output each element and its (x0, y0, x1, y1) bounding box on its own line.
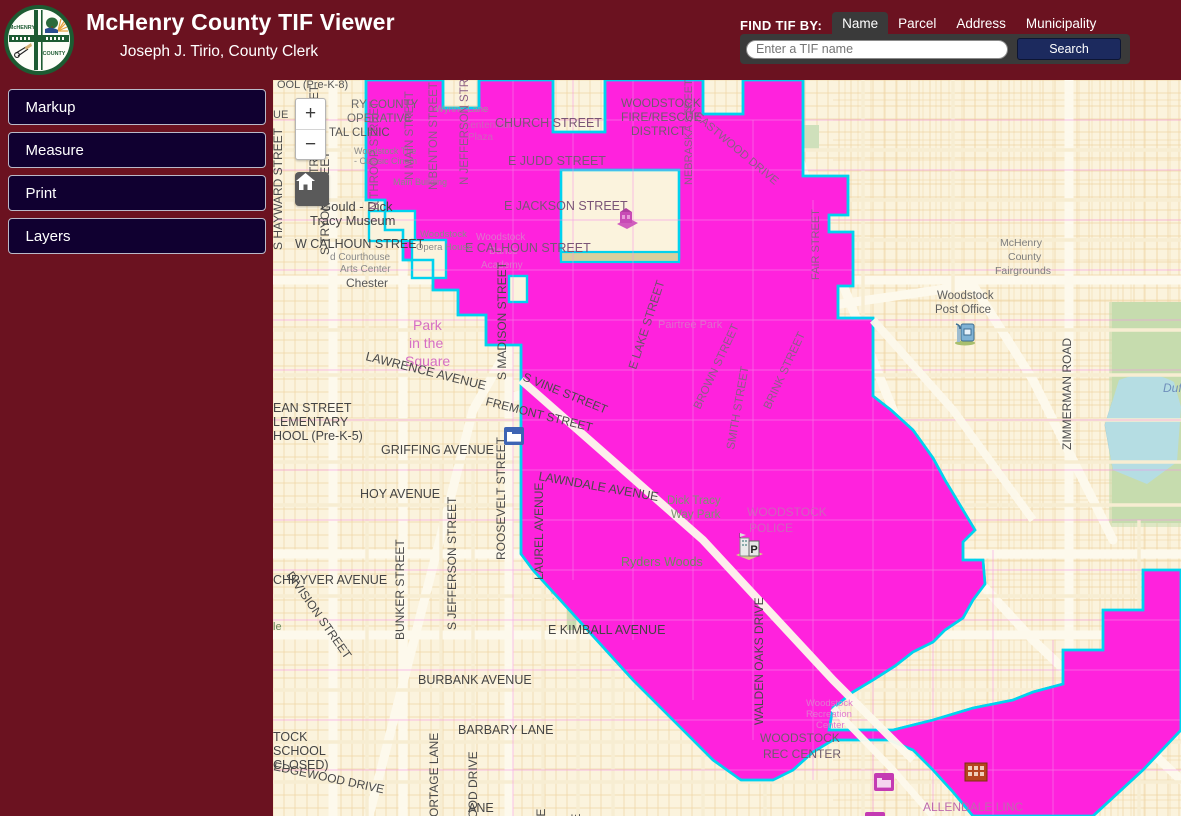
map-label: Chester (346, 276, 388, 290)
map-label: Pairtree Park (658, 319, 723, 331)
map-label: BARBARY LANE (458, 723, 553, 737)
map-label: Arts Center (340, 264, 391, 275)
map-label: Recreation (806, 709, 852, 720)
map-label: DISTRICT (631, 124, 687, 138)
sidebar-item-layers[interactable]: Layers (7, 218, 266, 254)
map-label: N BENTON STREET (428, 82, 440, 190)
map-label: Woodstock (937, 290, 994, 302)
tools-sidebar: Markup Measure Print Layers (0, 80, 273, 816)
map-label: N MAIN STREET (404, 91, 416, 180)
page-subtitle: Joseph J. Tirio, County Clerk (120, 43, 319, 60)
sidebar-item-print[interactable]: Print (7, 175, 266, 211)
sidebar-item-measure[interactable]: Measure (7, 132, 266, 168)
home-button[interactable] (295, 172, 329, 206)
map-label: LEMENTARY (273, 415, 349, 429)
map-graphics: OOL (Pre-K-8)UERY COUNTYOPERATIVETAL CLI… (273, 80, 1181, 816)
map-label: McHenry (1000, 237, 1043, 249)
map-label: E JUDD STREET (508, 154, 606, 168)
search-button[interactable]: Search (1017, 38, 1121, 60)
map-label: N THROOP STREET (369, 101, 381, 210)
map-label: REC CENTER (763, 747, 841, 761)
map-label: in the (409, 335, 443, 351)
map-label: Opera House (416, 242, 473, 253)
map-label: Plaza (468, 132, 493, 143)
map-label: TOCK (273, 730, 308, 744)
map-label: GRIFFING AVENUE (381, 443, 494, 457)
map-label: Fairgrounds (995, 265, 1051, 277)
map-label: HOOL (Pre-K-5) (273, 429, 363, 443)
search-panel: Search (740, 34, 1130, 64)
map-label: ALLENDALE LINC (923, 800, 1023, 814)
map-label: ZIMMERMAN ROAD (1060, 338, 1074, 450)
map-label: HOY AVENUE (360, 487, 440, 501)
svg-text:P: P (750, 544, 757, 556)
map-label: Center (816, 720, 845, 731)
map-label: BURBANK AVENUE (418, 673, 532, 687)
map-label: E KIMBALL AVENUE (548, 623, 665, 637)
map-label: WOOD DRIVE (466, 751, 480, 816)
map-label: Post Office (935, 304, 991, 316)
map-label: County (1008, 251, 1042, 263)
zoom-control[interactable]: + − (295, 98, 326, 160)
map-label: d Courthouse (330, 252, 390, 263)
map-label: Dufi (1163, 381, 1181, 395)
map-label: Way Park (671, 509, 721, 521)
map-label: LANE (534, 809, 548, 816)
tif-viewer-app: McHENRY COUNTY McHenry County TIF Viewer… (0, 0, 1181, 816)
map-label: WALDEN OAKS DRIVE (752, 597, 766, 725)
map-label: UE (273, 109, 288, 121)
map-label: FAIR STREET (810, 209, 822, 280)
map-label: E JACKSON STREET (504, 199, 628, 213)
map-label: Woodstock (420, 229, 467, 240)
map-label: Woodstock (806, 698, 853, 709)
map-label: ROOSEVELT STREET (494, 436, 508, 560)
map-label: CHURCH STREET (495, 116, 602, 130)
svg-text:COUNTY: COUNTY (43, 51, 66, 57)
map-label: S HAYWARD STREET (273, 127, 285, 250)
mchenry-county-seal-logo: McHENRY COUNTY (4, 5, 74, 75)
map-label: Park (413, 317, 443, 333)
map-label: E CALHOUN STREET (465, 241, 591, 255)
map-label: N JEFFERSON STREET (459, 80, 471, 185)
map-label: SCHOOL (273, 744, 326, 758)
map-label: LAUREL AVENUE (532, 483, 546, 580)
map-label: S JEFFERSON STREET (445, 496, 459, 630)
zoom-out-button[interactable]: − (296, 129, 325, 159)
map-label: NEBRASKA STREET (683, 80, 695, 185)
map-label: WOODSTOCK (747, 505, 827, 519)
sidebar-item-markup[interactable]: Markup (7, 89, 266, 125)
map-label: W CALHOUN STREET (295, 237, 425, 251)
map-label: Ryders Woods (621, 555, 703, 569)
page-title: McHenry County TIF Viewer (86, 9, 395, 35)
map-label: WOODSTOCK (760, 731, 840, 745)
app-header: McHENRY COUNTY McHenry County TIF Viewer… (0, 0, 1181, 80)
map-label: BUNKER STREET (393, 539, 407, 640)
map-canvas[interactable]: OOL (Pre-K-8) UE RY COUNTY OPERATIVE TAL CLI… (273, 80, 1181, 816)
map-label: PORTAGE LANE (427, 733, 441, 816)
map-label: Dick Tracy (667, 495, 721, 507)
search-input[interactable] (746, 39, 1008, 59)
map-label: EAN STREET (273, 401, 352, 415)
title-block: McHenry County TIF Viewer Joseph J. Tiri… (86, 8, 395, 64)
map-label: le (273, 621, 282, 633)
map-label: S MADISON STREET (495, 261, 509, 380)
zoom-in-button[interactable]: + (296, 99, 325, 129)
svg-text:McHENRY: McHENRY (9, 25, 36, 31)
